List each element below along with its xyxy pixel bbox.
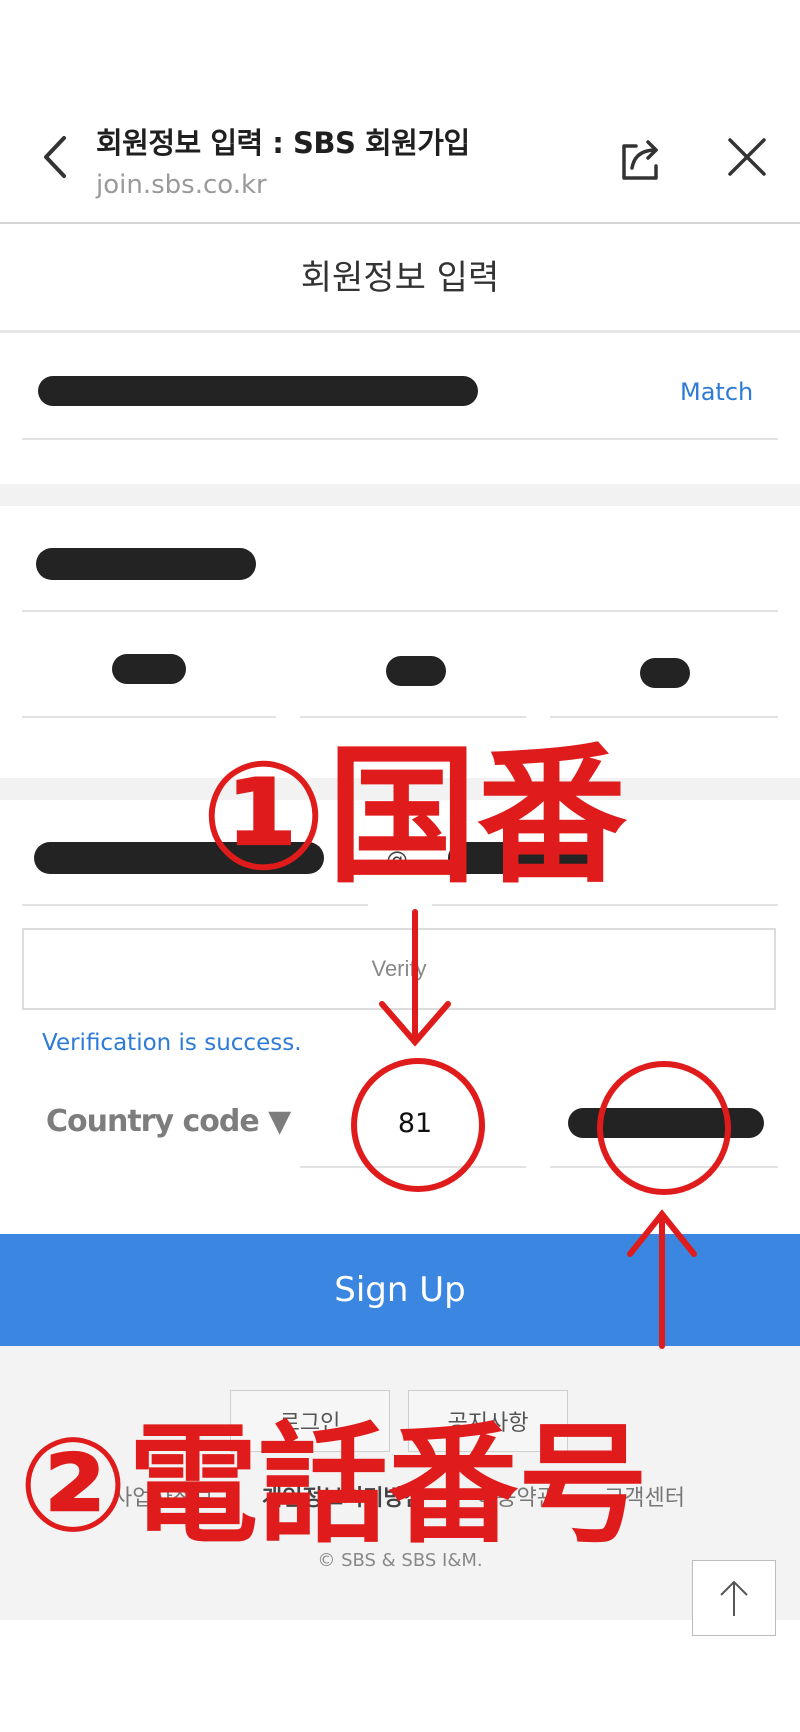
annotation-label-country-code: ①国番 bbox=[200, 730, 627, 904]
close-icon[interactable] bbox=[726, 136, 768, 178]
redacted-email-domain[interactable] bbox=[448, 842, 600, 874]
verify-button[interactable]: Verify bbox=[22, 928, 776, 1010]
footer-link-business-info[interactable]: 사업자정보 bbox=[112, 1480, 213, 1512]
arrow-up-icon bbox=[720, 1580, 748, 1616]
password-match-status: Match bbox=[680, 378, 754, 406]
footer-link-customer-center[interactable]: 고객센터 bbox=[604, 1480, 685, 1512]
sign-up-button[interactable]: Sign Up bbox=[0, 1234, 800, 1346]
browser-url: join.sbs.co.kr bbox=[96, 170, 267, 200]
name-underline bbox=[22, 610, 778, 612]
title-divider bbox=[0, 330, 800, 333]
section-separator bbox=[0, 484, 800, 506]
month-underline bbox=[300, 716, 526, 718]
email-local-underline bbox=[22, 904, 368, 906]
footer-link-terms[interactable]: 이용약관 bbox=[476, 1480, 557, 1512]
country-code-field[interactable]: 81 bbox=[330, 1108, 500, 1139]
back-arrow-icon[interactable] bbox=[36, 132, 76, 182]
scroll-to-top-button[interactable] bbox=[692, 1560, 776, 1636]
share-icon[interactable] bbox=[616, 136, 664, 184]
redacted-birth-month[interactable] bbox=[386, 656, 446, 686]
browser-page-title: 회원정보 입력 : SBS 회원가입 bbox=[96, 126, 470, 160]
login-button[interactable]: 로그인 bbox=[230, 1390, 390, 1452]
redacted-birth-day[interactable] bbox=[640, 658, 690, 688]
year-underline bbox=[22, 716, 276, 718]
copyright: © SBS & SBS I&M. bbox=[317, 1550, 483, 1571]
notice-button[interactable]: 공지사항 bbox=[408, 1390, 568, 1452]
country-code-dropdown[interactable]: Country code ▼ bbox=[46, 1104, 291, 1139]
country-code-underline bbox=[300, 1166, 526, 1168]
redacted-email-local[interactable] bbox=[34, 842, 324, 874]
footer-link-privacy-policy[interactable]: 개인정보처리방침 bbox=[262, 1480, 424, 1512]
section-separator-2 bbox=[0, 778, 800, 800]
redacted-password-field[interactable] bbox=[38, 376, 478, 406]
phone-underline bbox=[550, 1166, 778, 1168]
email-at-sign: @ bbox=[386, 848, 408, 873]
day-underline bbox=[550, 716, 778, 718]
header-divider bbox=[0, 222, 800, 224]
redacted-phone-number[interactable] bbox=[568, 1108, 764, 1138]
email-domain-underline bbox=[432, 904, 778, 906]
verification-message: Verification is success. bbox=[42, 1030, 302, 1056]
password-underline bbox=[22, 438, 778, 440]
section-title: 회원정보 입력 bbox=[300, 258, 500, 298]
redacted-name-field[interactable] bbox=[36, 548, 256, 580]
redacted-birth-year[interactable] bbox=[112, 654, 186, 684]
